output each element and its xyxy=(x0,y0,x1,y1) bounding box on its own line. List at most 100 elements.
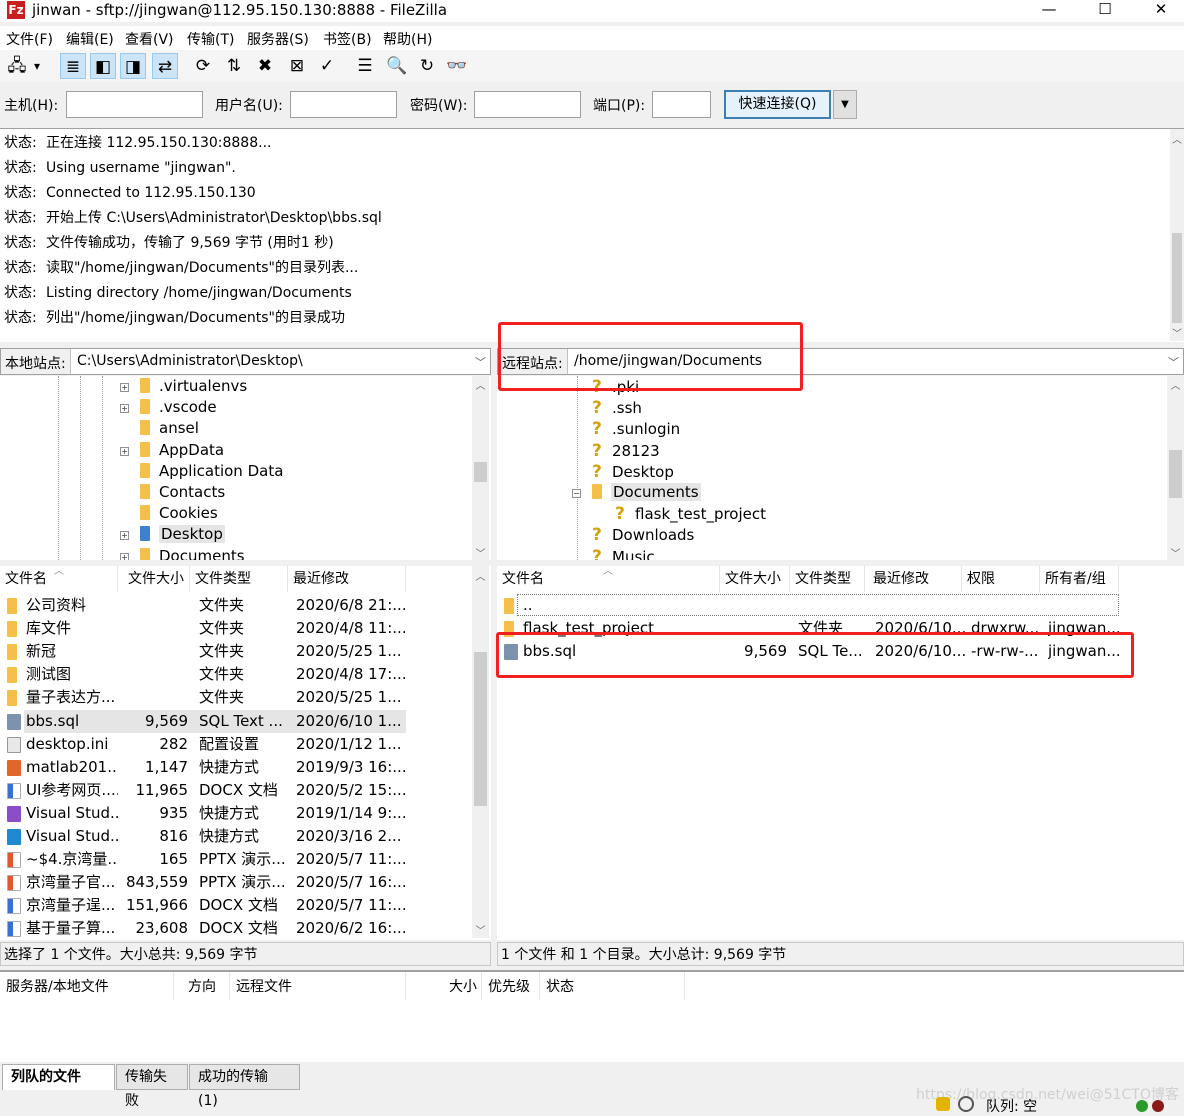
expand-toggle-icon[interactable]: + xyxy=(120,552,129,560)
minimize-button[interactable]: — xyxy=(1026,0,1072,20)
tree-item[interactable]: ? Desktop xyxy=(592,462,674,482)
menu-help[interactable]: 帮助(H) xyxy=(383,29,432,49)
tree-item[interactable]: ? .sunlogin xyxy=(592,419,680,439)
remote-col-mod[interactable]: 最近修改 xyxy=(868,566,962,592)
menu-transfer[interactable]: 传输(T) xyxy=(187,29,234,49)
username-input[interactable] xyxy=(290,91,397,118)
quickconnect-button[interactable]: 快速连接(Q) xyxy=(724,90,831,119)
tab-failed-transfers[interactable]: 传输失败 xyxy=(116,1064,188,1109)
maximize-button[interactable]: ☐ xyxy=(1082,0,1128,20)
file-row[interactable]: matlab201... 1,147 快捷方式 2019/9/3 16:... xyxy=(0,756,470,779)
local-tree-scrollbar[interactable]: ︿ ﹀ xyxy=(472,376,489,560)
tree-item[interactable]: AppData xyxy=(140,441,224,459)
remote-tree-scrollbar[interactable]: ︿ ﹀ xyxy=(1167,376,1184,560)
file-row[interactable]: desktop.ini 282 配置设置 2020/1/12 1... xyxy=(0,733,470,756)
tree-item[interactable]: .vscode xyxy=(140,398,217,416)
reconnect-icon[interactable]: ✓ xyxy=(314,53,340,79)
tree-item[interactable]: ? Music xyxy=(592,547,655,560)
scroll-down-arrow-icon[interactable]: ﹀ xyxy=(1170,325,1184,340)
close-button[interactable]: ✕ xyxy=(1138,0,1184,20)
port-input[interactable] xyxy=(652,91,711,118)
scroll-down-arrow-icon[interactable]: ﹀ xyxy=(472,545,489,560)
menu-bookmarks[interactable]: 书签(B) xyxy=(323,29,372,49)
scroll-up-arrow-icon[interactable]: ︿ xyxy=(472,377,489,392)
file-row[interactable]: .. xyxy=(497,594,1127,617)
site-manager-icon[interactable]: 🖧 xyxy=(4,53,30,79)
file-row[interactable]: 测试图 文件夹 2020/4/8 17:... xyxy=(0,663,470,686)
tree-item[interactable]: Application Data xyxy=(140,462,283,480)
remote-col-perm[interactable]: 权限 xyxy=(962,566,1040,592)
scroll-up-arrow-icon[interactable]: ︿ xyxy=(1167,377,1184,392)
tree-item[interactable]: Desktop xyxy=(140,525,225,544)
queue-col-priority[interactable]: 优先级 xyxy=(482,972,540,1000)
tree-item[interactable]: ? flask_test_project xyxy=(615,504,766,524)
file-row[interactable]: 公司资料 文件夹 2020/6/8 21:... xyxy=(0,594,470,617)
remote-col-owner[interactable]: 所有者/组 xyxy=(1040,566,1119,592)
file-row[interactable]: bbs.sql 9,569 SQL Text ... 2020/6/10 1... xyxy=(0,709,470,733)
scroll-down-arrow-icon[interactable]: ﹀ xyxy=(472,922,489,937)
scrollbar-thumb[interactable] xyxy=(474,462,487,482)
log-scrollbar[interactable]: ︿ ﹀ xyxy=(1170,129,1184,341)
process-queue-icon[interactable]: ⇅ xyxy=(221,53,247,79)
collapse-toggle-icon[interactable]: − xyxy=(572,489,581,498)
file-row[interactable]: 京湾量子官... 843,559 PPTX 演示... 2020/5/7 16:... xyxy=(0,871,470,894)
file-row[interactable]: ~$4.京湾量... 165 PPTX 演示... 2020/5/7 11:... xyxy=(0,848,470,871)
quickconnect-dropdown-button[interactable]: ▼ xyxy=(833,90,857,119)
local-col-mod[interactable]: 最近修改 xyxy=(288,566,406,592)
queue-col-remote[interactable]: 远程文件 xyxy=(230,972,406,1000)
file-row[interactable]: 新冠 文件夹 2020/5/25 1... xyxy=(0,640,470,663)
password-input[interactable] xyxy=(474,91,581,118)
expand-toggle-icon[interactable]: + xyxy=(120,404,129,414)
tree-item[interactable]: Cookies xyxy=(140,504,218,522)
scrollbar-thumb[interactable] xyxy=(474,652,487,806)
speed-limit-icon[interactable] xyxy=(958,1096,974,1112)
sync-browsing-icon[interactable]: ↻ xyxy=(414,53,440,79)
tree-item[interactable]: .virtualenvs xyxy=(140,377,247,395)
tab-queued-files[interactable]: 列队的文件 xyxy=(2,1064,115,1090)
remote-col-size[interactable]: 文件大小 xyxy=(720,566,790,592)
queue-col-status[interactable]: 状态 xyxy=(540,972,685,1000)
tab-successful-transfers[interactable]: 成功的传输 (1) xyxy=(189,1064,300,1109)
dropdown-icon[interactable]: ▾ xyxy=(30,53,44,79)
toggle-comparison-icon[interactable]: 🔍 xyxy=(384,53,410,79)
remote-tree-toggle-icon[interactable]: ◨ xyxy=(120,53,146,79)
file-row[interactable]: Visual Stud... 935 快捷方式 2019/1/14 9:... xyxy=(0,802,470,825)
directory-filter-icon[interactable]: ☰ xyxy=(352,53,378,79)
local-tree-toggle-icon[interactable]: ◧ xyxy=(90,53,116,79)
file-row[interactable]: 京湾量子逞... 151,966 DOCX 文档 2020/5/7 11:... xyxy=(0,894,470,917)
tree-item[interactable]: ansel xyxy=(140,419,199,437)
scroll-down-arrow-icon[interactable]: ﹀ xyxy=(1167,545,1184,560)
scroll-up-arrow-icon[interactable]: ︿ xyxy=(472,568,489,583)
tree-item[interactable]: ? .ssh xyxy=(592,398,642,418)
local-path-input[interactable]: C:\Users\Administrator\Desktop\ xyxy=(77,353,303,369)
file-row[interactable]: 基于量子算... 23,608 DOCX 文档 2020/6/2 16:... xyxy=(0,917,470,940)
scrollbar-thumb[interactable] xyxy=(1169,450,1182,498)
queue-col-direction[interactable]: 方向 xyxy=(174,972,230,1000)
file-row[interactable]: UI参考网页.... 11,965 DOCX 文档 2020/5/2 15:... xyxy=(0,779,470,802)
file-row[interactable]: 库文件 文件夹 2020/4/8 11:... xyxy=(0,617,470,640)
host-input[interactable] xyxy=(66,91,203,118)
chevron-down-icon[interactable]: ﹀ xyxy=(1168,354,1179,370)
tree-item[interactable]: ? 28123 xyxy=(592,441,660,461)
expand-toggle-icon[interactable]: + xyxy=(120,446,129,456)
local-list-scrollbar[interactable]: ︿ ﹀ xyxy=(472,566,489,938)
scrollbar-thumb[interactable] xyxy=(1172,233,1182,323)
tree-item[interactable]: Documents xyxy=(140,547,245,560)
file-row[interactable]: 量子表达方... 文件夹 2020/5/25 1... xyxy=(0,686,470,709)
local-col-type[interactable]: 文件类型 xyxy=(190,566,288,592)
cancel-icon[interactable]: ✖ xyxy=(252,53,278,79)
menu-view[interactable]: 查看(V) xyxy=(125,29,174,49)
refresh-icon[interactable]: ⟳ xyxy=(190,53,216,79)
menu-edit[interactable]: 编辑(E) xyxy=(66,29,114,49)
local-col-size[interactable]: 文件大小 xyxy=(118,566,190,592)
chevron-down-icon[interactable]: ﹀ xyxy=(475,354,486,370)
menu-server[interactable]: 服务器(S) xyxy=(247,29,309,49)
scroll-up-arrow-icon[interactable]: ︿ xyxy=(1170,131,1184,146)
file-row[interactable]: Visual Stud... 816 快捷方式 2020/3/16 2... xyxy=(0,825,470,848)
tree-item[interactable]: Documents xyxy=(592,483,701,501)
queue-col-file[interactable]: 服务器/本地文件 xyxy=(0,972,174,1000)
remote-col-type[interactable]: 文件类型 xyxy=(790,566,865,592)
search-remote-icon[interactable]: 👓 xyxy=(444,53,470,79)
expand-toggle-icon[interactable]: + xyxy=(120,383,129,392)
disconnect-icon[interactable]: ⊠ xyxy=(284,53,310,79)
